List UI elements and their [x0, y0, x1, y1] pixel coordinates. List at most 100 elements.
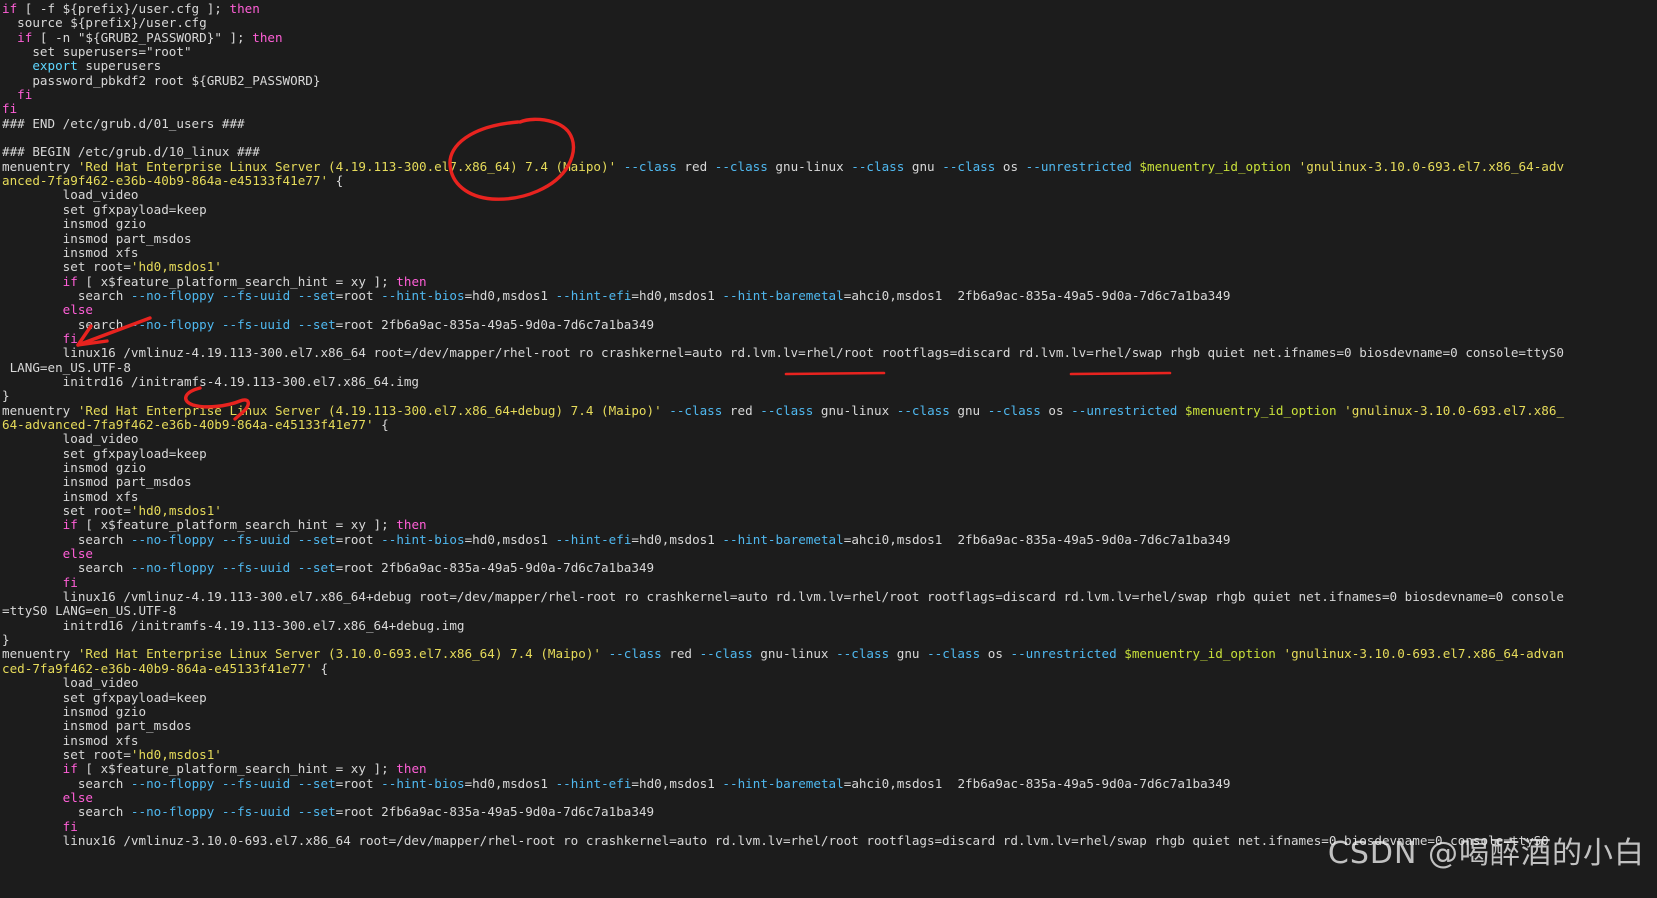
code-token: os: [980, 646, 1011, 662]
code-token: --hint-baremetal: [722, 531, 844, 547]
code-line: if [ -n "${GRUB2_PASSWORD}" ]; then: [2, 29, 1657, 45]
code-line: fi: [2, 331, 1657, 346]
code-token: --fs-uuid: [221, 287, 291, 303]
code-token: =root 2fb6a9ac-835a-49a5-9d0a-7d6c7a1ba3…: [335, 804, 655, 820]
code-line: 64-advanced-7fa9f462-e36b-40b9-864a-e451…: [2, 416, 1657, 432]
code-line: fi: [2, 102, 1657, 116]
code-line: ced-7fa9f462-e36b-40b9-864a-e45133f41e77…: [2, 660, 1657, 676]
code-token: 'Red Hat Enterprise Linux Server (4.19.1…: [77, 158, 617, 174]
code-token: fi: [62, 574, 78, 590]
code-token: ced-7fa9f462-e36b-40b9-864a-e45133f41e77…: [2, 660, 313, 676]
code-token: gnu-linux: [813, 402, 897, 418]
code-token: search: [2, 531, 131, 547]
code-line: password_pbkdf2 root ${GRUB2_PASSWORD}: [2, 72, 1657, 88]
code-line: insmod xfs: [2, 733, 1657, 748]
code-token: {: [328, 173, 344, 189]
code-token: --unrestricted: [1025, 158, 1132, 174]
code-token: --set: [297, 560, 336, 576]
code-line: insmod gzio: [2, 460, 1657, 475]
code-token: --set: [297, 531, 336, 547]
code-line: export superusers: [2, 59, 1657, 73]
code-line: search --no-floppy --fs-uuid --set=root …: [2, 561, 1657, 575]
code-token: [ -n "${GRUB2_PASSWORD}" ];: [32, 29, 253, 45]
code-line: source ${prefix}/user.cfg: [2, 16, 1657, 30]
code-token: os: [995, 158, 1026, 174]
code-token: then: [229, 1, 260, 16]
code-token: insmod xfs: [2, 244, 139, 260]
code-token: search: [2, 316, 131, 332]
code-token: --fs-uuid: [221, 531, 291, 547]
terminal-text-area[interactable]: if [ -f ${prefix}/user.cfg ]; then sourc…: [0, 0, 1657, 898]
code-line: ### END /etc/grub.d/01_users ###: [2, 116, 1657, 131]
code-line: insmod xfs: [2, 489, 1657, 504]
code-token: fi: [2, 101, 18, 117]
code-token: [ -f ${prefix}/user.cfg ];: [17, 1, 230, 16]
code-token: gnu: [904, 158, 943, 174]
code-token: 'Red Hat Enterprise Linux Server (3.10.0…: [77, 646, 601, 662]
code-token: --no-floppy: [130, 804, 215, 820]
code-token: --hint-baremetal: [722, 775, 844, 791]
code-line: insmod part_msdos: [2, 231, 1657, 246]
code-token: --class: [608, 646, 662, 662]
code-token: set root=: [2, 746, 131, 762]
code-token: gnu-linux: [767, 158, 852, 174]
code-line: linux16 /vmlinuz-4.19.113-300.el7.x86_64…: [2, 346, 1657, 360]
code-line: fi: [2, 819, 1657, 834]
code-token: if: [62, 273, 78, 289]
code-token: 'hd0,msdos1': [130, 503, 222, 519]
code-token: if: [62, 517, 78, 533]
code-line: insmod part_msdos: [2, 719, 1657, 733]
code-token: --set: [297, 316, 336, 332]
code-token: --class: [699, 646, 753, 662]
code-token: {: [312, 660, 329, 676]
code-line: else: [2, 303, 1657, 317]
code-line: LANG=en_US.UTF-8: [2, 359, 1657, 375]
code-token: --set: [297, 804, 336, 820]
code-line: else: [2, 546, 1657, 561]
code-token: --class: [942, 158, 996, 174]
code-token: LANG=en_US.UTF-8: [2, 359, 131, 375]
code-token: --hint-efi: [555, 531, 632, 547]
code-token: search: [2, 560, 131, 576]
code-token: --hint-bios: [381, 775, 465, 791]
code-token: --unrestricted: [1071, 402, 1178, 418]
code-token: gnu: [889, 646, 928, 662]
code-token: 64-advanced-7fa9f462-e36b-40b9-864a-e451…: [2, 416, 374, 432]
code-line: search --no-floppy --fs-uuid --set=root …: [2, 287, 1657, 303]
code-token: --no-floppy: [130, 316, 215, 332]
code-token: =root: [335, 287, 382, 303]
code-line: if [ x$feature_platform_search_hint = xy…: [2, 518, 1657, 532]
code-token: --class: [760, 402, 814, 418]
code-line: set gfxpayload=keep: [2, 690, 1657, 705]
code-line: set root='hd0,msdos1': [2, 746, 1657, 762]
code-token: linux16 /vmlinuz-4.19.113-300.el7.x86_64…: [2, 589, 1564, 605]
code-token: password_pbkdf2 root ${GRUB2_PASSWORD}: [2, 72, 321, 88]
code-token: --set: [297, 775, 336, 791]
code-token: 'Red Hat Enterprise Linux Server (4.19.1…: [77, 402, 662, 418]
code-token: [ x$feature_platform_search_hint = xy ];: [77, 761, 397, 777]
code-token: then: [252, 29, 283, 45]
code-token: search: [2, 287, 131, 303]
code-token: --fs-uuid: [221, 775, 291, 791]
code-line: }: [2, 632, 1657, 647]
code-token: initrd16 /initramfs-4.19.113-300.el7.x86…: [2, 373, 420, 389]
code-token: [ x$feature_platform_search_hint = xy ];: [77, 273, 397, 289]
code-line: search --no-floppy --fs-uuid --set=root …: [2, 531, 1657, 547]
code-token: insmod part_msdos: [2, 474, 192, 490]
code-token: --unrestricted: [1010, 646, 1117, 662]
code-token: linux16 /vmlinuz-3.10.0-693.el7.x86_64 r…: [2, 832, 1549, 848]
code-token: =ahci0,msdos1 2fb6a9ac-835a-49a5-9d0a-7d…: [843, 287, 1231, 303]
code-line: if [ -f ${prefix}/user.cfg ]; then: [2, 1, 1657, 16]
code-token: =ahci0,msdos1 2fb6a9ac-835a-49a5-9d0a-7d…: [843, 531, 1231, 547]
